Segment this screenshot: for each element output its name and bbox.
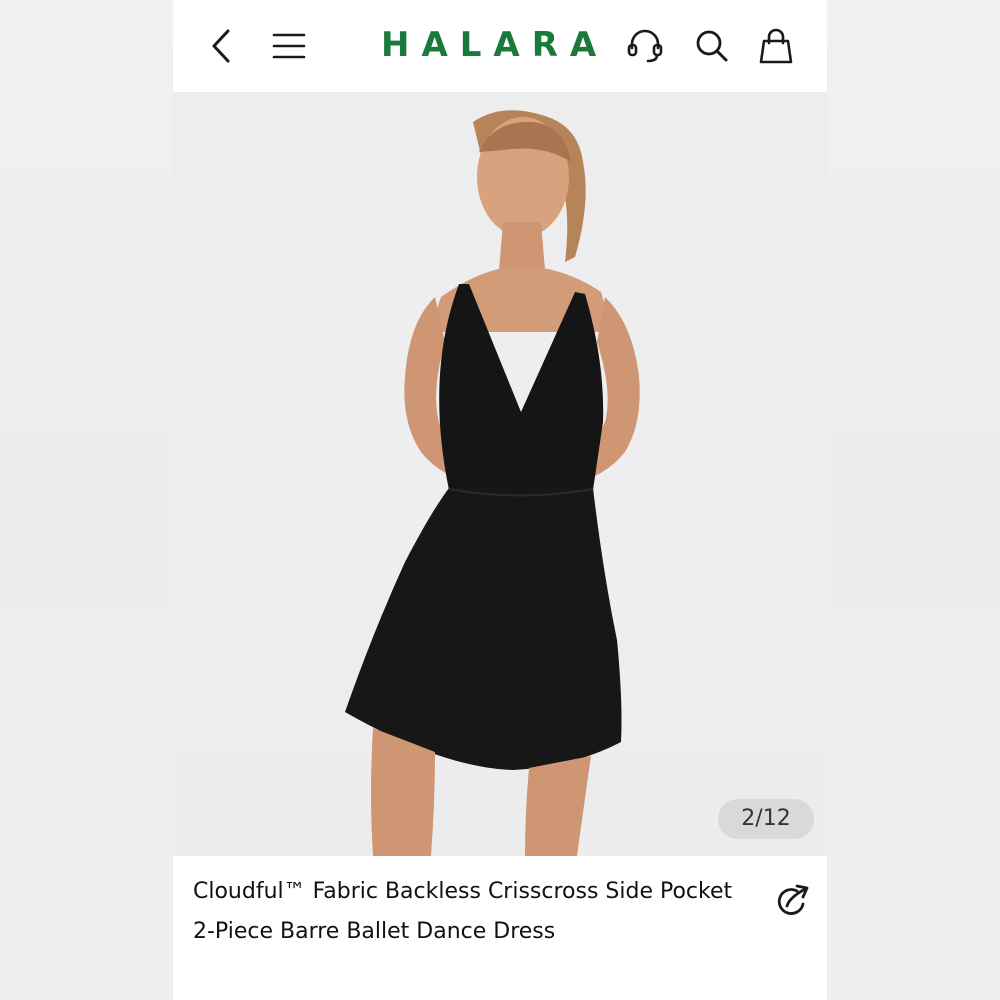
headset-icon [627, 29, 663, 63]
search-button[interactable] [692, 26, 732, 66]
phone-screen: HALARA 2/12 Cloudful™ Fabric Backless Cr… [173, 0, 827, 1000]
left-backdrop [0, 0, 173, 1000]
hamburger-menu-icon [272, 33, 306, 59]
search-icon [696, 30, 728, 62]
product-image-gallery[interactable]: 2/12 [173, 92, 827, 856]
back-button[interactable] [201, 26, 241, 66]
menu-button[interactable] [269, 26, 309, 66]
top-navigation-bar: HALARA [173, 0, 827, 92]
image-counter-badge: 2/12 [718, 799, 814, 839]
product-info: Cloudful™ Fabric Backless Crisscross Sid… [173, 856, 827, 1000]
customer-support-button[interactable] [625, 26, 665, 66]
shopping-bag-button[interactable] [756, 26, 796, 66]
share-icon [777, 884, 809, 915]
product-title: Cloudful™ Fabric Backless Crisscross Sid… [193, 879, 733, 944]
right-backdrop [827, 0, 1000, 1000]
chevron-left-icon [212, 29, 230, 63]
share-button[interactable] [771, 880, 815, 924]
brand-logo[interactable]: HALARA [381, 22, 608, 68]
shopping-bag-icon [759, 28, 793, 64]
product-photo[interactable] [173, 92, 827, 856]
